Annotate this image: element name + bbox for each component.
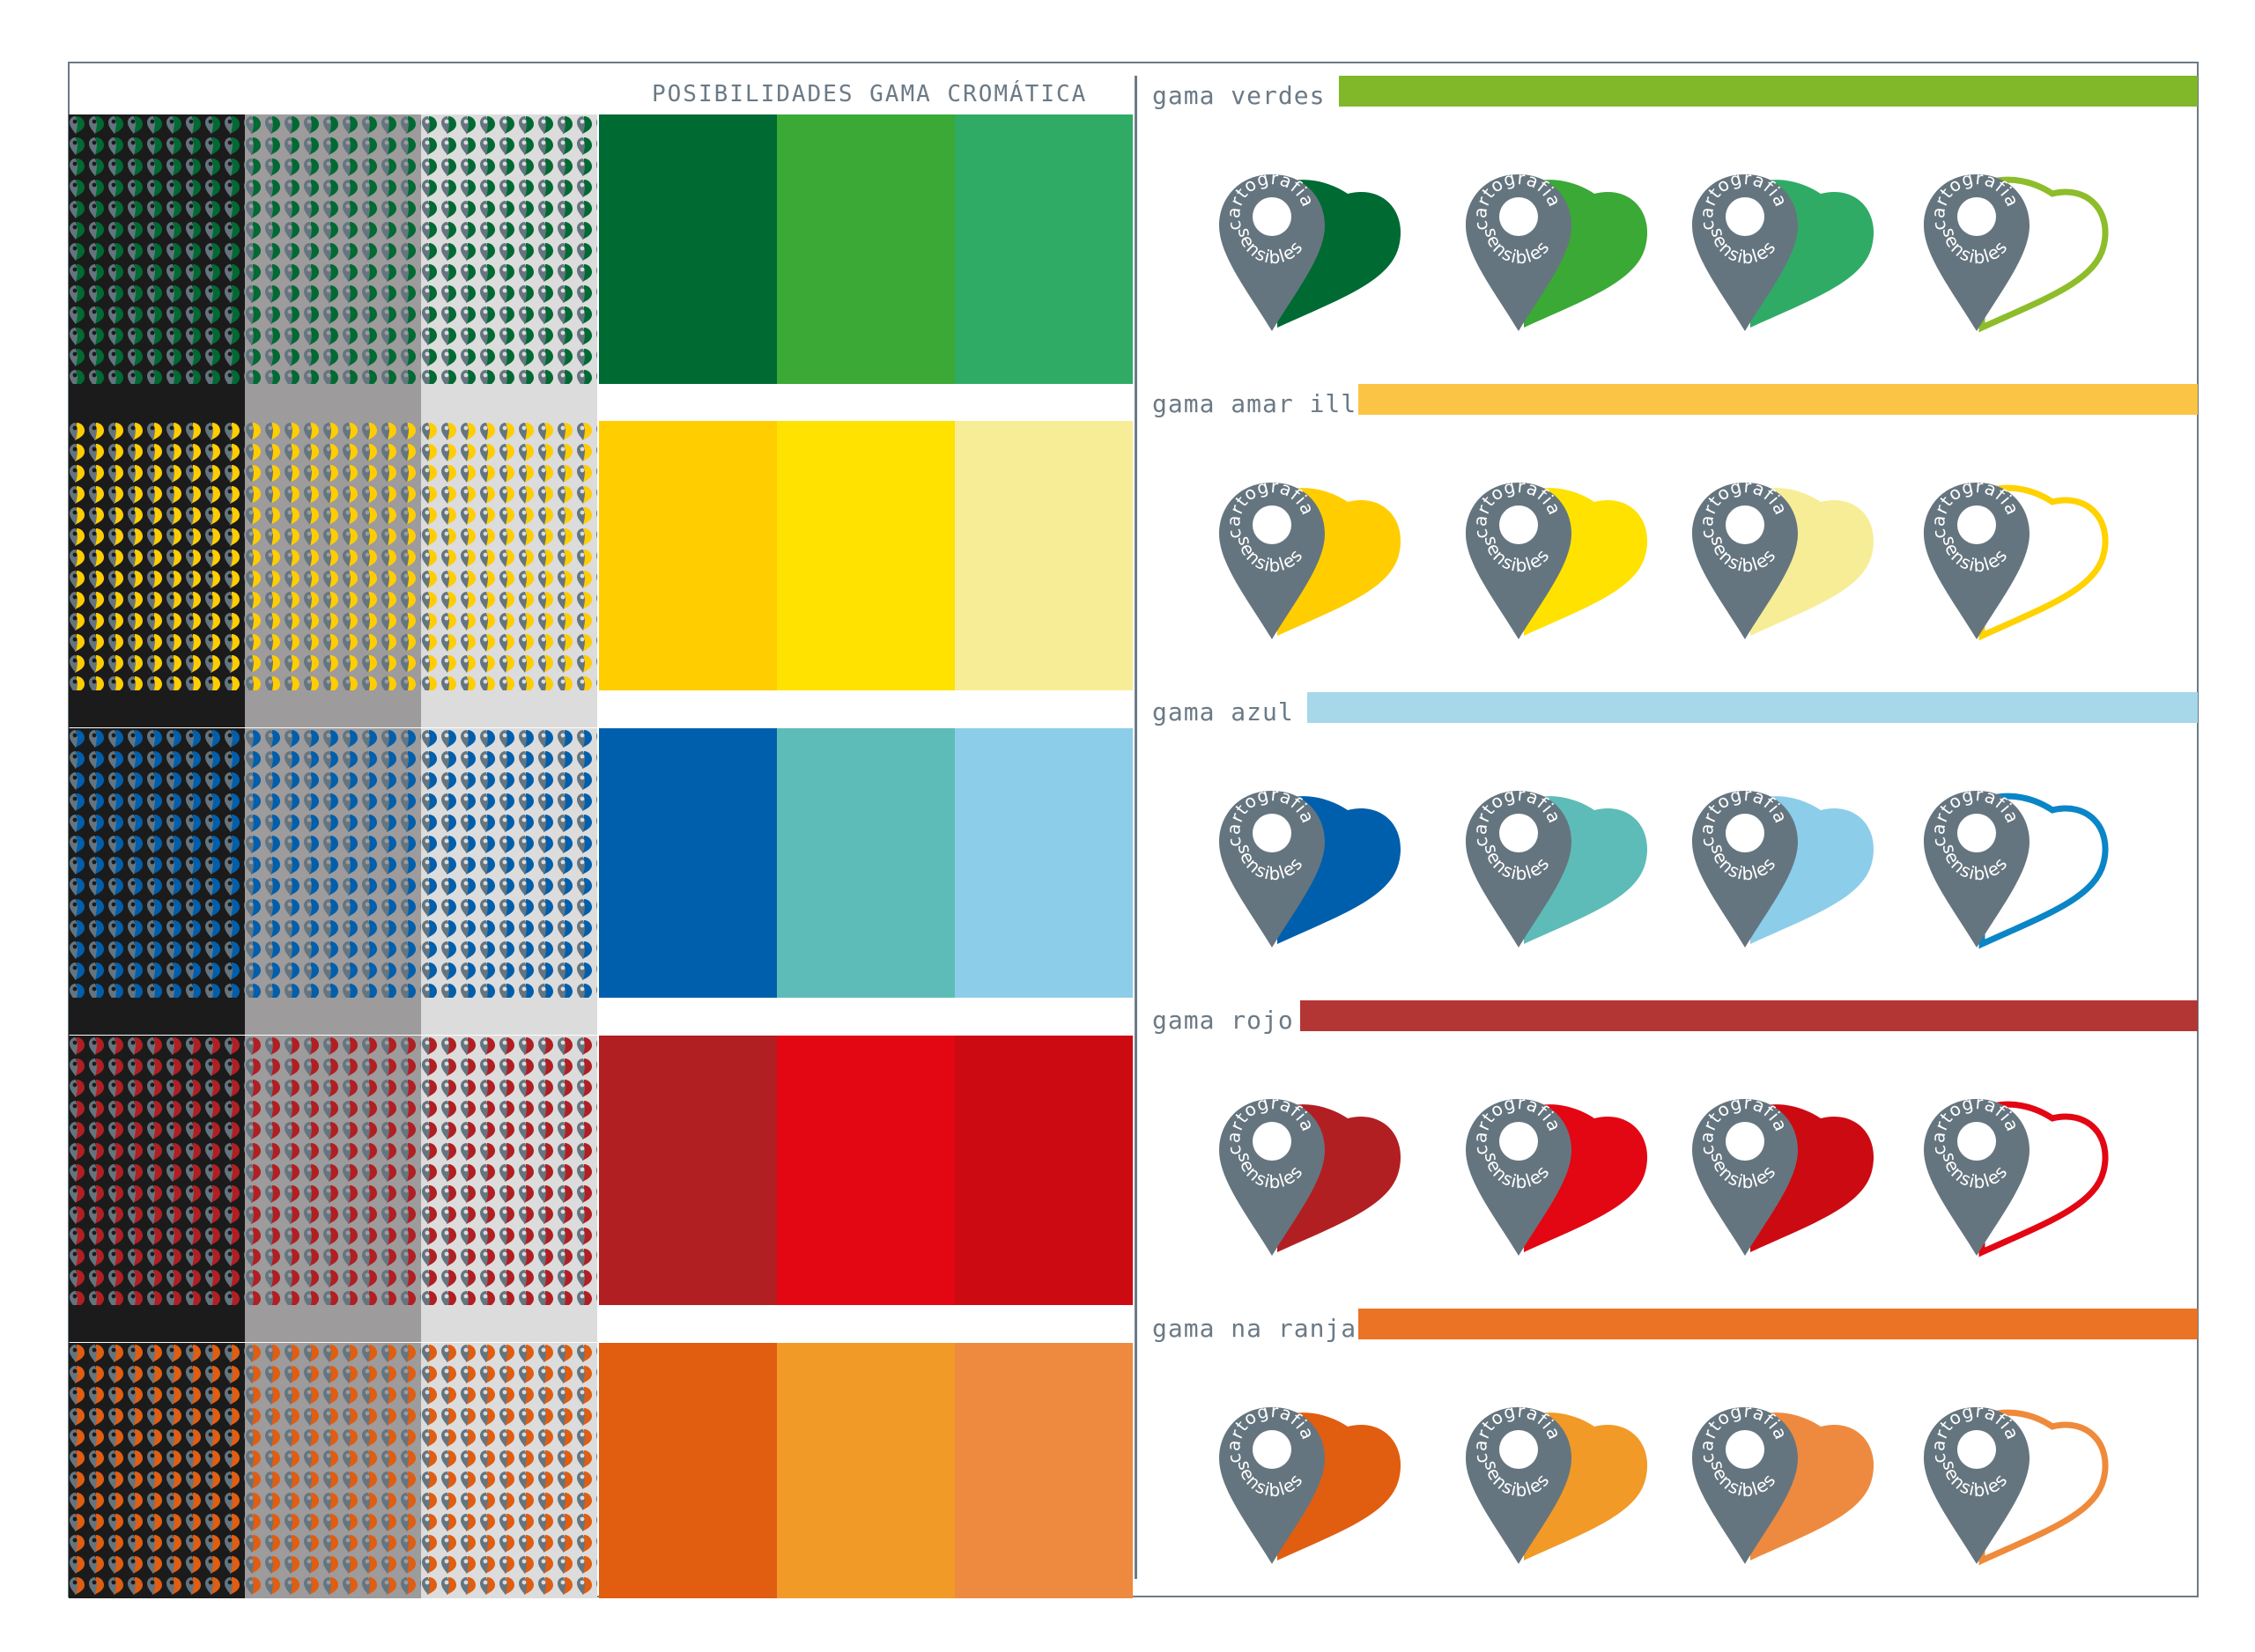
pattern-cell bbox=[421, 1343, 597, 1598]
gama-color-bar bbox=[1358, 384, 2198, 415]
gama-label: gama na ranja bbox=[1152, 1314, 1357, 1343]
color-swatch bbox=[955, 728, 1133, 998]
color-swatch bbox=[777, 1343, 955, 1598]
gama-color-bar bbox=[1339, 76, 2198, 107]
gama-label: gama azul bbox=[1152, 697, 1294, 726]
pattern-cell bbox=[69, 1036, 245, 1342]
cartografias-sensibles-logo: cartografiassensibles bbox=[1689, 476, 1882, 652]
pattern-cell bbox=[245, 728, 421, 1035]
pattern-cell bbox=[421, 114, 597, 421]
cartografias-sensibles-logo: cartografiassensibles bbox=[1462, 476, 1656, 652]
color-swatch bbox=[599, 421, 777, 690]
pattern-cell bbox=[69, 421, 245, 727]
gama-color-bar bbox=[1300, 1000, 2198, 1031]
color-swatch bbox=[955, 1036, 1133, 1305]
pattern-cell bbox=[245, 114, 421, 421]
cartografias-sensibles-logo: cartografiassensibles bbox=[1689, 167, 1882, 343]
gama-label: gama verdes bbox=[1152, 81, 1326, 110]
cartografias-sensibles-logo: cartografiassensibles bbox=[1462, 167, 1656, 343]
cartografias-sensibles-logo: cartografiassensibles bbox=[1689, 1400, 1882, 1576]
pattern-cell bbox=[69, 728, 245, 1035]
pattern-cell bbox=[421, 421, 597, 727]
cartografias-sensibles-logo: cartografiassensibles bbox=[1689, 1092, 1882, 1268]
color-swatch bbox=[955, 421, 1133, 690]
color-swatch bbox=[955, 1343, 1133, 1598]
cartografias-sensibles-logo: cartografiassensibles bbox=[1462, 1092, 1656, 1268]
center-divider bbox=[1135, 76, 1137, 1579]
pattern-cell bbox=[245, 1343, 421, 1598]
color-swatch bbox=[955, 114, 1133, 384]
cartografias-sensibles-logo: cartografiassensibles bbox=[1462, 1400, 1656, 1576]
cartografias-sensibles-logo: cartografiassensibles bbox=[1216, 167, 1409, 343]
color-swatch bbox=[599, 1036, 777, 1305]
pattern-cell bbox=[69, 114, 245, 421]
cartografias-sensibles-logo: cartografiassensibles bbox=[1462, 784, 1656, 960]
page-title: POSIBILIDADES GAMA CROMÁTICA bbox=[652, 81, 1088, 107]
pattern-cell bbox=[245, 421, 421, 727]
color-swatch bbox=[777, 728, 955, 998]
cartografias-sensibles-logo: cartografiassensibles bbox=[1920, 476, 2114, 652]
cartografias-sensibles-logo: cartografiassensibles bbox=[1689, 784, 1882, 960]
cartografias-sensibles-logo: cartografiassensibles bbox=[1216, 1092, 1409, 1268]
cartografias-sensibles-logo: cartografiassensibles bbox=[1920, 1400, 2114, 1576]
color-swatch bbox=[599, 728, 777, 998]
pattern-cell bbox=[245, 1036, 421, 1342]
color-swatch bbox=[599, 114, 777, 384]
color-swatch bbox=[777, 1036, 955, 1305]
gama-label: gama rojo bbox=[1152, 1006, 1294, 1035]
cartografias-sensibles-logo: cartografiassensibles bbox=[1920, 1092, 2114, 1268]
gama-color-bar bbox=[1307, 692, 2198, 723]
cartografias-sensibles-logo: cartografiassensibles bbox=[1920, 784, 2114, 960]
color-swatch bbox=[777, 114, 955, 384]
cartografias-sensibles-logo: cartografiassensibles bbox=[1216, 476, 1409, 652]
cartografias-sensibles-logo: cartografiassensibles bbox=[1216, 1400, 1409, 1576]
color-swatch bbox=[777, 421, 955, 690]
cartografias-sensibles-logo: cartografiassensibles bbox=[1920, 167, 2114, 343]
pattern-cell bbox=[421, 728, 597, 1035]
pattern-cell bbox=[421, 1036, 597, 1342]
cartografias-sensibles-logo: cartografiassensibles bbox=[1216, 784, 1409, 960]
color-swatch bbox=[599, 1343, 777, 1598]
gama-color-bar bbox=[1358, 1309, 2198, 1339]
pattern-cell bbox=[69, 1343, 245, 1598]
gama-label: gama amar illo bbox=[1152, 389, 1373, 418]
